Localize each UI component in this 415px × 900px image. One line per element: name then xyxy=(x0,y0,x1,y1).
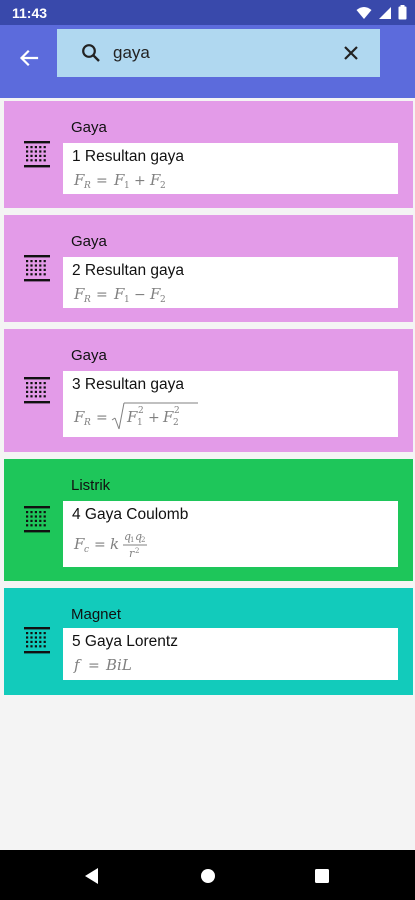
app-bar xyxy=(0,25,415,98)
item-category: Listrik xyxy=(71,477,111,494)
svg-text:1: 1 xyxy=(124,295,130,305)
system-nav-bar xyxy=(0,850,415,900)
arrow-back-icon xyxy=(19,49,39,67)
nav-home-button[interactable] xyxy=(197,865,219,887)
item-content-box: 2 Resultan gaya F R = F 1− F 2 xyxy=(63,257,398,308)
svg-text:+: + xyxy=(134,173,146,189)
item-title: 1 Resultan gaya xyxy=(72,148,185,165)
svg-text:k: k xyxy=(110,535,119,553)
back-button[interactable] xyxy=(14,43,44,73)
svg-text:R: R xyxy=(83,295,91,305)
svg-text:=: = xyxy=(88,658,100,674)
search-input[interactable] xyxy=(113,41,333,65)
item-content-box: 4 Gaya Coulomb Fc = k q 1 q 2 r 2 xyxy=(63,501,398,567)
svg-text:2: 2 xyxy=(160,295,166,305)
item-formula: F R = F 12 + F 22 xyxy=(73,402,198,430)
status-bar: 11:43 xyxy=(0,0,415,25)
svg-text:=: = xyxy=(96,410,108,426)
svg-text:BiL: BiL xyxy=(105,656,132,674)
item-formula: f = BiL xyxy=(73,656,132,674)
item-content-box: 5 Gaya Lorentz f = BiL xyxy=(63,628,398,680)
svg-text:2: 2 xyxy=(160,181,166,191)
status-time: 11:43 xyxy=(12,5,48,21)
svg-text:1: 1 xyxy=(124,181,130,191)
item-formula: Fc = k q1 q2r 2 xyxy=(73,530,147,560)
item-category: Gaya xyxy=(71,347,107,364)
item-content-box: 1 Resultan gaya F R = F 1 + F 2 xyxy=(63,143,398,194)
list-item[interactable]: Gaya 3 Resultan gaya F R = F 1 2 + F 2 2 xyxy=(4,329,413,452)
svg-text:2: 2 xyxy=(141,536,145,544)
formula-list-icon xyxy=(24,255,50,282)
wifi-icon xyxy=(356,6,372,19)
list-item[interactable]: Magnet 5 Gaya Lorentz f = BiL xyxy=(4,588,413,695)
svg-text:1: 1 xyxy=(130,536,134,544)
formula-list-icon xyxy=(24,506,50,533)
status-icons xyxy=(356,5,407,20)
svg-text:1: 1 xyxy=(137,418,143,428)
item-category: Magnet xyxy=(71,606,122,623)
search-box xyxy=(57,29,380,77)
formula-list-icon xyxy=(24,377,50,404)
formula-list-icon xyxy=(24,627,50,654)
item-formula: F R = F 1− F 2 xyxy=(73,285,166,305)
list-item[interactable]: Gaya 1 Resultan gaya F R = F 1 + F 2 xyxy=(4,101,413,208)
list-item[interactable]: Listrik 4 Gaya Coulomb Fc = k q 1 q 2 r 2 xyxy=(4,459,413,581)
item-category: Gaya xyxy=(71,233,107,250)
svg-text:=: = xyxy=(96,287,108,303)
svg-text:2: 2 xyxy=(135,547,139,555)
nav-back-icon xyxy=(85,868,98,884)
results-list: Gaya 1 Resultan gaya F R = F 1 + F 2 Gaya 2 Res… xyxy=(4,101,413,702)
svg-text:f: f xyxy=(73,656,82,674)
clear-search-button[interactable] xyxy=(340,42,362,64)
nav-recents-icon xyxy=(315,869,329,883)
svg-text:−: − xyxy=(134,287,146,303)
svg-text:c: c xyxy=(84,545,89,555)
nav-home-icon xyxy=(201,869,215,883)
item-category: Gaya xyxy=(71,119,107,136)
nav-back-button[interactable] xyxy=(81,865,103,887)
svg-text:2: 2 xyxy=(174,406,180,416)
formula-list-icon xyxy=(24,141,50,168)
svg-text:R: R xyxy=(83,181,91,191)
svg-text:=: = xyxy=(96,173,108,189)
item-formula: F R = F 1 + F 2 xyxy=(73,171,166,191)
item-title: 2 Resultan gaya xyxy=(72,262,185,279)
signal-icon xyxy=(379,6,391,19)
list-item[interactable]: Gaya 2 Resultan gaya F R = F 1− F 2 xyxy=(4,215,413,322)
item-title: 5 Gaya Lorentz xyxy=(72,633,178,650)
svg-text:2: 2 xyxy=(138,406,144,416)
svg-text:R: R xyxy=(83,418,91,428)
close-icon xyxy=(344,46,358,60)
nav-recents-button[interactable] xyxy=(311,865,333,887)
item-title: 3 Resultan gaya xyxy=(72,376,185,393)
svg-text:+: + xyxy=(148,410,160,426)
svg-text:=: = xyxy=(94,537,106,553)
item-title: 4 Gaya Coulomb xyxy=(72,506,189,523)
search-icon xyxy=(82,44,100,62)
item-content-box: 3 Resultan gaya F R = F 1 2 + F 2 2 xyxy=(63,371,398,437)
svg-text:2: 2 xyxy=(173,418,179,428)
battery-icon xyxy=(398,5,407,20)
